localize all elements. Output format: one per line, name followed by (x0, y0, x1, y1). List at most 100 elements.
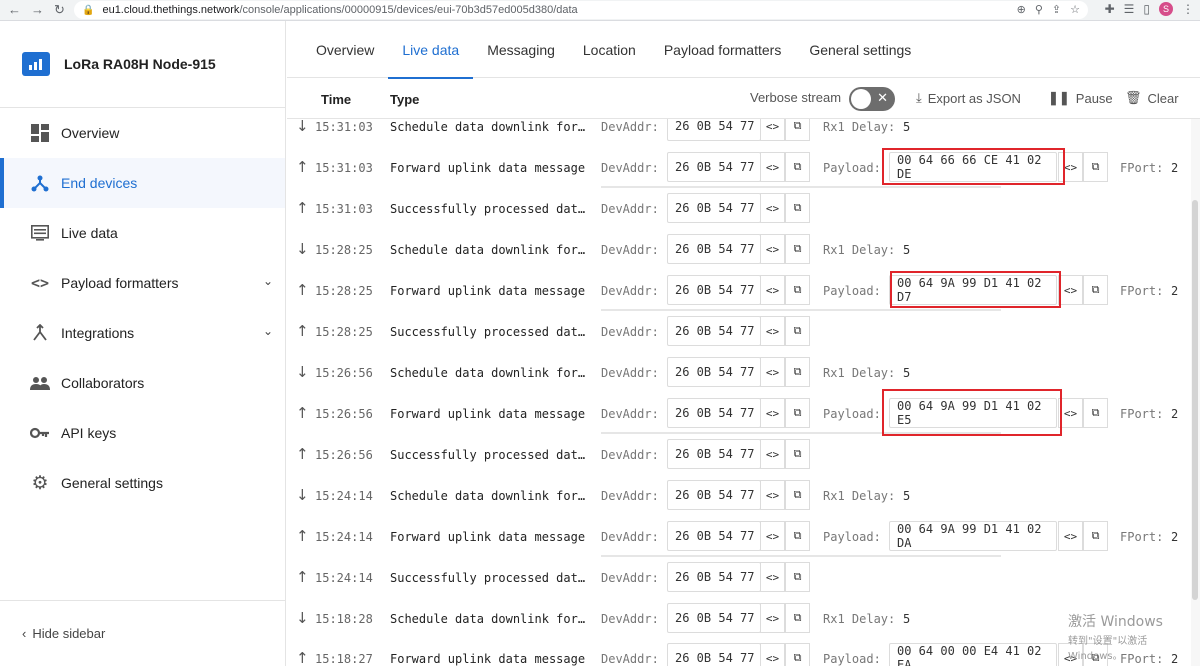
tab-live-data[interactable]: Live data (388, 21, 474, 79)
translate-icon[interactable]: ⊕ (1017, 3, 1026, 16)
copy-icon[interactable]: ⧉ (785, 480, 810, 510)
side-panel-icon[interactable]: ▯ (1143, 2, 1150, 16)
devaddr-value-field[interactable]: 26 0B 54 77 (667, 316, 761, 346)
event-row[interactable]: ↓ 15:28:25 Schedule data downlink for tran… (287, 230, 1200, 271)
tab-location[interactable]: Location (569, 21, 650, 78)
copy-icon[interactable]: ⧉ (785, 398, 810, 428)
code-format-icon[interactable]: <> (760, 316, 785, 346)
sidebar-item-general-settings[interactable]: ⚙ General settings (0, 458, 285, 508)
tab-general-settings[interactable]: General settings (795, 21, 925, 78)
zoom-icon[interactable]: ⚲ (1035, 3, 1043, 16)
devaddr-value-field[interactable]: 26 0B 54 77 (667, 119, 761, 141)
event-row[interactable]: ↑ 15:28:25 Successfully processed data mes… (287, 312, 1200, 353)
scrollbar-thumb[interactable] (1192, 200, 1198, 600)
payload-value-field[interactable]: 00 64 9A 99 D1 41 02 DA (889, 521, 1057, 551)
code-format-icon[interactable]: <> (760, 480, 785, 510)
devaddr-value-field[interactable]: 26 0B 54 77 (667, 398, 761, 428)
devaddr-value-field[interactable]: 26 0B 54 77 (667, 480, 761, 510)
event-row[interactable]: ↑ 15:31:03 Successfully processed data mes… (287, 189, 1200, 230)
code-format-icon[interactable]: <> (760, 643, 785, 666)
devaddr-value-field[interactable]: 26 0B 54 77 (667, 562, 761, 592)
code-format-icon[interactable]: <> (760, 521, 785, 551)
forward-icon[interactable]: → (31, 2, 44, 18)
sidebar-item-payload-formatters[interactable]: <> Payload formatters ⌄ (0, 258, 285, 308)
copy-icon[interactable]: ⧉ (785, 316, 810, 346)
event-row[interactable]: ↓ 15:24:14 Schedule data downlink for tran… (287, 476, 1200, 517)
event-row[interactable]: ↑ 15:28:25 Forward uplink data message DevA… (287, 271, 1200, 312)
event-row[interactable]: ↑ 15:26:56 Forward uplink data message DevA… (287, 394, 1200, 435)
copy-icon[interactable]: ⧉ (785, 193, 810, 223)
devaddr-value-field[interactable]: 26 0B 54 77 (667, 521, 761, 551)
copy-icon[interactable]: ⧉ (1083, 275, 1108, 305)
devaddr-value-field[interactable]: 26 0B 54 77 (667, 275, 761, 305)
copy-icon[interactable]: ⧉ (785, 521, 810, 551)
copy-icon[interactable]: ⧉ (1083, 398, 1108, 428)
event-row[interactable]: ↑ 15:26:56 Successfully processed data mes… (287, 435, 1200, 476)
devaddr-value-field[interactable]: 26 0B 54 77 (667, 193, 761, 223)
event-row[interactable]: ↓ 15:31:03 Schedule data downlink for tran… (287, 119, 1200, 148)
address-bar[interactable]: 🔒 eu1.cloud.thethings.network/console/ap… (74, 1, 1088, 19)
payload-label: Payload: (823, 161, 881, 175)
sidebar-item-api-keys[interactable]: API keys (0, 408, 285, 458)
verbose-stream-toggle[interactable]: ✕ (849, 87, 895, 111)
code-format-icon[interactable]: <> (760, 562, 785, 592)
code-format-icon[interactable]: <> (760, 152, 785, 182)
bookmark-star-icon[interactable]: ☆ (1070, 3, 1080, 16)
browser-menu-icon[interactable]: ⋮ (1182, 2, 1194, 16)
sidebar-item-collaborators[interactable]: Collaborators (0, 358, 285, 408)
devaddr-value-field[interactable]: 26 0B 54 77 (667, 603, 761, 633)
event-row[interactable]: ↓ 15:18:28 Schedule data downlink for tran… (287, 599, 1200, 640)
devaddr-value-field[interactable]: 26 0B 54 77 (667, 643, 761, 666)
copy-icon[interactable]: ⧉ (785, 562, 810, 592)
reload-icon[interactable]: ↻ (54, 2, 65, 18)
code-format-icon[interactable]: <> (760, 234, 785, 264)
extensions-icon[interactable]: ✚ (1105, 2, 1115, 16)
copy-icon[interactable]: ⧉ (785, 357, 810, 387)
copy-icon[interactable]: ⧉ (785, 234, 810, 264)
tab-messaging[interactable]: Messaging (473, 21, 569, 78)
code-format-icon[interactable]: <> (760, 603, 785, 633)
copy-icon[interactable]: ⧉ (785, 603, 810, 633)
copy-icon[interactable]: ⧉ (1083, 521, 1108, 551)
payload-value-field[interactable]: 00 64 00 00 E4 41 02 EA (889, 643, 1057, 666)
chevron-down-icon[interactable]: ⌄ (263, 274, 273, 288)
code-format-icon[interactable]: <> (760, 275, 785, 305)
code-format-icon[interactable]: <> (1058, 521, 1083, 551)
event-row[interactable]: ↑ 15:24:14 Forward uplink data message DevA… (287, 517, 1200, 558)
code-format-icon[interactable]: <> (760, 439, 785, 469)
copy-icon[interactable]: ⧉ (785, 643, 810, 666)
share-icon[interactable]: ⇪ (1052, 3, 1061, 16)
copy-icon[interactable]: ⧉ (785, 439, 810, 469)
reading-list-icon[interactable]: ☰ (1124, 2, 1135, 16)
code-format-icon[interactable]: <> (760, 119, 785, 141)
profile-avatar[interactable]: S (1159, 2, 1173, 16)
tab-overview[interactable]: Overview (302, 21, 388, 78)
devaddr-value-field[interactable]: 26 0B 54 77 (667, 439, 761, 469)
code-format-icon[interactable]: <> (760, 398, 785, 428)
export-json-button[interactable]: ⤓ Export as JSON (916, 90, 1021, 106)
copy-icon[interactable]: ⧉ (785, 119, 810, 141)
code-format-icon[interactable]: <> (760, 193, 785, 223)
sidebar-item-overview[interactable]: Overview (0, 108, 285, 158)
sidebar-item-integrations[interactable]: Integrations ⌄ (0, 308, 285, 358)
back-icon[interactable]: ← (8, 2, 21, 18)
sidebar-item-live-data[interactable]: Live data (0, 208, 285, 258)
list-icon (30, 223, 50, 243)
event-row[interactable]: ↑ 15:18:27 Forward uplink data message DevA… (287, 639, 1200, 666)
devaddr-value-field[interactable]: 26 0B 54 77 (667, 357, 761, 387)
code-format-icon[interactable]: <> (1058, 275, 1083, 305)
chevron-down-icon[interactable]: ⌄ (263, 324, 273, 338)
tab-payload-formatters[interactable]: Payload formatters (650, 21, 796, 78)
event-row[interactable]: ↑ 15:24:14 Successfully processed data mes… (287, 558, 1200, 599)
copy-icon[interactable]: ⧉ (785, 152, 810, 182)
devaddr-value-field[interactable]: 26 0B 54 77 (667, 152, 761, 182)
event-row[interactable]: ↓ 15:26:56 Schedule data downlink for tran… (287, 353, 1200, 394)
copy-icon[interactable]: ⧉ (1083, 152, 1108, 182)
pause-button[interactable]: ❚❚ Pause (1048, 90, 1113, 106)
devaddr-value-field[interactable]: 26 0B 54 77 (667, 234, 761, 264)
hide-sidebar-button[interactable]: ‹ Hide sidebar (0, 600, 286, 666)
sidebar-item-end-devices[interactable]: End devices (0, 158, 285, 208)
clear-button[interactable]: 🗑 Clear (1125, 90, 1179, 106)
code-format-icon[interactable]: <> (760, 357, 785, 387)
copy-icon[interactable]: ⧉ (785, 275, 810, 305)
